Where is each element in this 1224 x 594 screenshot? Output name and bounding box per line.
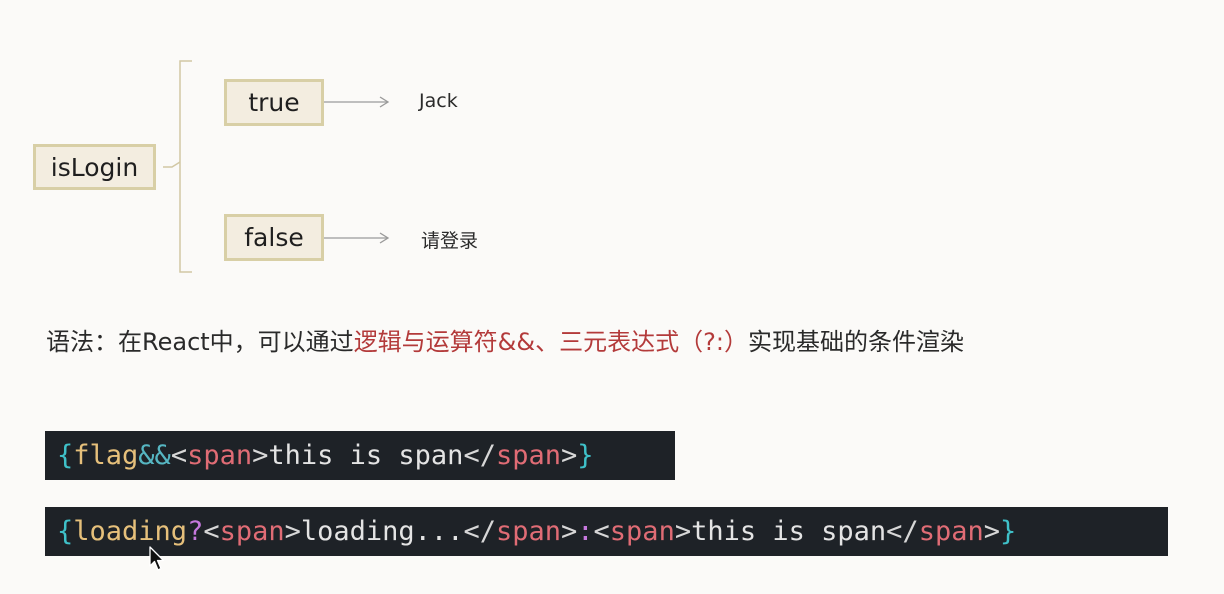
false-label: false — [244, 223, 304, 252]
code-token: this is span — [691, 516, 887, 547]
syntax-prefix: 语法：在React中，可以通过 — [46, 328, 354, 356]
code-token: : — [577, 516, 594, 547]
islogin-label: isLogin — [50, 152, 139, 182]
code-token: span — [609, 516, 675, 547]
code-token: </ — [886, 516, 919, 547]
diagram-connectors — [163, 60, 390, 273]
code-token: </ — [463, 440, 496, 471]
true-box: true — [224, 79, 324, 126]
islogin-box: isLogin — [33, 144, 156, 190]
code-token: span — [495, 440, 561, 471]
code-token: span — [187, 440, 253, 471]
code-token: this is span — [268, 440, 464, 471]
code-token: < — [203, 516, 220, 547]
code-token: span — [918, 516, 984, 547]
code-token: loading... — [300, 516, 464, 547]
code-block-ternary: {loading ? < span > loading... </span > : < sp… — [45, 507, 1168, 556]
bracket-stem — [163, 161, 181, 168]
code-token: { — [57, 440, 74, 471]
code-token: loading — [73, 516, 188, 547]
code-token: span — [219, 516, 285, 547]
code-token: && — [138, 440, 171, 471]
true-label: true — [248, 88, 300, 117]
true-result: Jack — [419, 90, 458, 112]
code-token: > — [561, 516, 578, 547]
branch-bracket — [179, 60, 192, 273]
syntax-description: 语法：在React中，可以通过逻辑与运算符&&、三元表达式（?:）实现基础的条件… — [46, 322, 964, 357]
code-token: > — [561, 440, 578, 471]
code-token: { — [57, 516, 74, 547]
mouse-pointer-icon — [149, 546, 165, 571]
syntax-suffix: 实现基础的条件渲染 — [747, 328, 964, 356]
code-token: span — [495, 516, 561, 547]
false-box: false — [224, 214, 324, 261]
syntax-highlight: 逻辑与运算符&&、三元表达式（?:） — [353, 328, 748, 356]
false-result: 请登录 — [421, 230, 479, 252]
code-token: } — [577, 440, 594, 471]
code-token: </ — [463, 516, 496, 547]
code-token: > — [252, 440, 269, 471]
code-token: < — [170, 440, 188, 471]
arrow-true-head — [379, 96, 390, 108]
code-token: > — [674, 516, 692, 547]
slide: isLogin true false Jack 请登录 语法：在React中，可… — [0, 0, 1224, 594]
code-block-and: {flag && < span > this is span </span >} — [45, 431, 675, 480]
code-token: > — [983, 516, 1000, 547]
code-token: > — [284, 516, 301, 547]
arrow-false-head — [379, 232, 390, 244]
code-token: } — [999, 516, 1017, 547]
code-token: < — [593, 516, 610, 547]
code-token: ? — [187, 516, 204, 547]
code-token: flag — [73, 440, 139, 471]
